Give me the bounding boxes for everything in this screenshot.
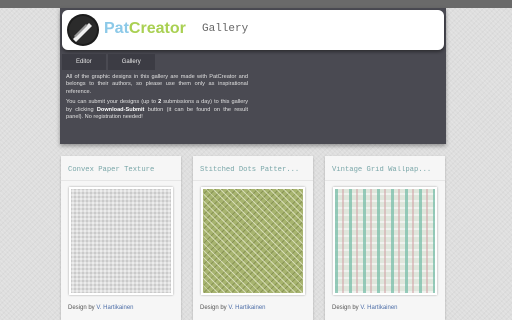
intro-text-a: You can submit your designs (up to: [66, 99, 159, 106]
vintage-grid-preview: [335, 189, 435, 293]
intro-paragraph-2: You can submit your designs (up to 2 sub…: [66, 99, 248, 121]
stitched-dots-preview: [203, 189, 303, 293]
author-link[interactable]: V. Hartikainen: [96, 305, 133, 311]
site-header: PatCreator Gallery: [62, 10, 444, 50]
gallery-card: Convex Paper Texture Design by V. Hartik…: [61, 156, 181, 320]
card-divider: [61, 180, 181, 181]
intro-download-submit-label: Download-Submit: [96, 106, 145, 113]
card-credit: Design by V. Hartikainen: [68, 305, 134, 311]
card-title[interactable]: Stitched Dots Patter...: [200, 166, 306, 174]
page-subtitle: Gallery: [202, 23, 249, 35]
gallery-card: Stitched Dots Patter... Design by V. Har…: [193, 156, 313, 320]
author-link[interactable]: V. Hartikainen: [228, 305, 265, 311]
intro-text: All of the graphic designs in this galle…: [66, 74, 248, 124]
pattern-thumbnail[interactable]: [69, 187, 173, 295]
paper-texture-preview: [71, 189, 171, 293]
intro-paragraph-1: All of the graphic designs in this galle…: [66, 74, 248, 95]
card-divider: [325, 180, 445, 181]
gallery-card: Vintage Grid Wallpap... Design by V. Har…: [325, 156, 445, 320]
author-link[interactable]: V. Hartikainen: [360, 305, 397, 311]
brand-name[interactable]: PatCreator: [104, 20, 186, 38]
card-credit: Design by V. Hartikainen: [332, 305, 398, 311]
brand-part-creator: Creator: [128, 20, 186, 37]
card-title[interactable]: Convex Paper Texture: [68, 166, 174, 174]
credit-prefix: Design by: [200, 305, 227, 311]
card-divider: [193, 180, 313, 181]
tab-editor[interactable]: Editor: [62, 54, 106, 70]
pattern-thumbnail[interactable]: [333, 187, 437, 295]
credit-prefix: Design by: [68, 305, 95, 311]
tab-gallery[interactable]: Gallery: [107, 54, 155, 70]
credit-prefix: Design by: [332, 305, 359, 311]
pattern-thumbnail[interactable]: [201, 187, 305, 295]
brand-part-pat: Pat: [104, 20, 129, 37]
nav-tabs: Editor Gallery: [62, 54, 157, 70]
pattern-logo-icon[interactable]: [67, 14, 99, 46]
card-title[interactable]: Vintage Grid Wallpap...: [332, 166, 438, 174]
top-bar: [0, 0, 512, 8]
card-credit: Design by V. Hartikainen: [200, 305, 266, 311]
